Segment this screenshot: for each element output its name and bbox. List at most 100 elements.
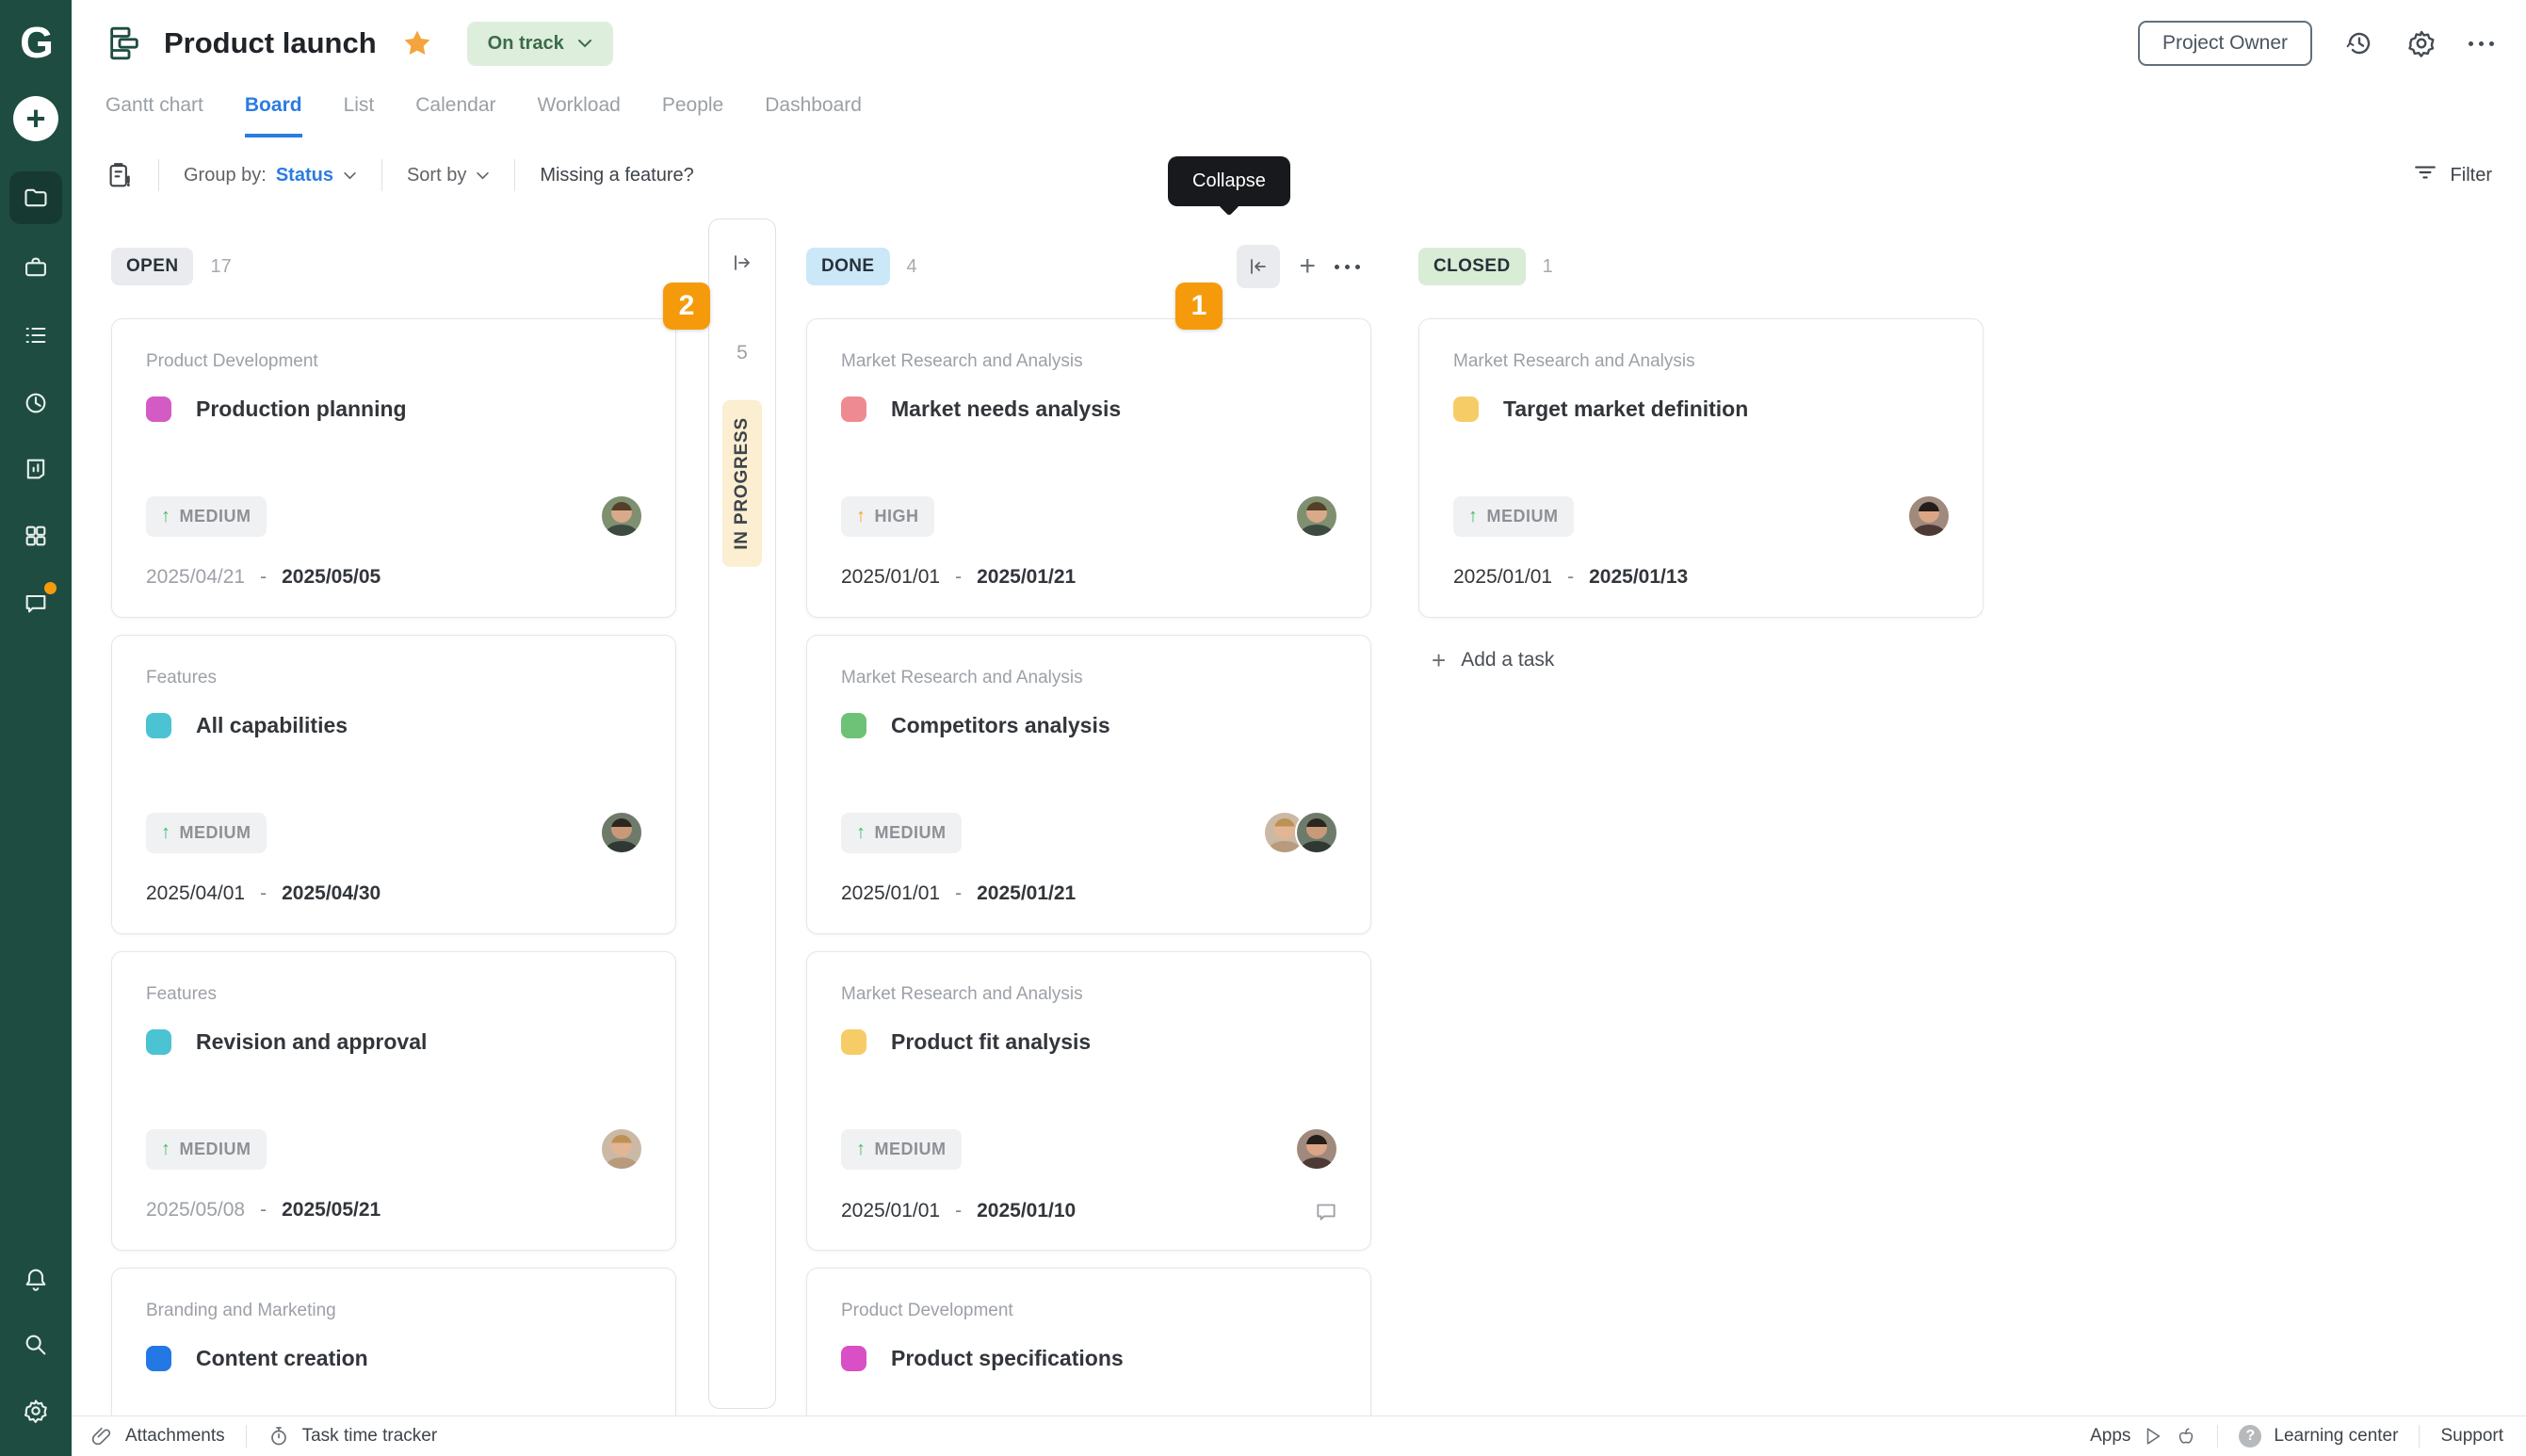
task-card[interactable]: Market Research and AnalysisCompetitors … bbox=[806, 635, 1371, 934]
task-card[interactable]: Branding and MarketingContent creation bbox=[111, 1268, 676, 1416]
assignee-avatar[interactable] bbox=[1907, 494, 1951, 538]
collapse-column-button[interactable] bbox=[1237, 245, 1280, 288]
column-status-badge[interactable]: CLOSED bbox=[1418, 248, 1526, 285]
column-status-badge[interactable]: DONE bbox=[806, 248, 890, 285]
support-link[interactable]: Support bbox=[2440, 1426, 2503, 1447]
tab-people[interactable]: People bbox=[662, 94, 723, 138]
task-dates: 2025/01/01-2025/01/13 bbox=[1453, 566, 1951, 589]
assignee-avatars bbox=[1295, 1127, 1338, 1171]
task-meta-row: ↑HIGH bbox=[841, 494, 1338, 538]
task-dates: 2025/05/08-2025/05/21 bbox=[146, 1199, 643, 1221]
task-time-tracker-button[interactable]: Task time tracker bbox=[267, 1425, 438, 1448]
task-card[interactable]: Market Research and AnalysisTarget marke… bbox=[1418, 318, 1984, 618]
group-by-dropdown[interactable]: Group by: Status bbox=[184, 165, 357, 186]
missing-feature-link[interactable]: Missing a feature? bbox=[540, 165, 693, 186]
task-meta-row: ↑MEDIUM bbox=[146, 811, 643, 854]
assignee-avatar[interactable] bbox=[600, 494, 643, 538]
gear-icon[interactable] bbox=[2406, 28, 2437, 58]
more-options-icon[interactable] bbox=[2469, 41, 2494, 46]
column-status-badge[interactable]: OPEN bbox=[111, 248, 193, 285]
assignee-avatar[interactable] bbox=[600, 1127, 643, 1171]
sidebar-item-notifications[interactable] bbox=[9, 1253, 62, 1305]
tab-dashboard[interactable]: Dashboard bbox=[765, 94, 862, 138]
task-card[interactable]: Product DevelopmentProduct specification… bbox=[806, 1268, 1371, 1416]
column-cards: Market Research and AnalysisMarket needs… bbox=[806, 318, 1371, 1416]
create-button[interactable]: + bbox=[13, 96, 58, 141]
sidebar-item-settings[interactable] bbox=[9, 1384, 62, 1437]
sidebar-item-tasks[interactable] bbox=[9, 309, 62, 362]
task-card[interactable]: FeaturesAll capabilities↑MEDIUM2025/04/0… bbox=[111, 635, 676, 934]
kanban-board: OPEN 17 Product DevelopmentProduction pl… bbox=[0, 213, 2526, 1416]
priority-label: MEDIUM bbox=[180, 1140, 251, 1159]
apps-links[interactable]: Apps bbox=[2090, 1426, 2196, 1447]
attachments-button[interactable]: Attachments bbox=[90, 1425, 225, 1448]
tab-calendar[interactable]: Calendar bbox=[415, 94, 495, 138]
task-dates: 2025/01/01-2025/01/21 bbox=[841, 566, 1338, 589]
sort-by-dropdown[interactable]: Sort by bbox=[407, 165, 490, 186]
learning-center-link[interactable]: ? Learning center bbox=[2239, 1425, 2398, 1448]
priority-badge: ↑MEDIUM bbox=[841, 1129, 962, 1170]
sidebar-item-portfolio[interactable] bbox=[9, 241, 62, 294]
app-logo[interactable]: G bbox=[0, 17, 72, 68]
apple-icon[interactable] bbox=[2176, 1426, 2196, 1447]
sidebar-item-search[interactable] bbox=[9, 1318, 62, 1371]
date-dash: - bbox=[260, 566, 267, 589]
priority-badge: ↑MEDIUM bbox=[1453, 496, 1574, 537]
tab-workload[interactable]: Workload bbox=[538, 94, 621, 138]
tab-list[interactable]: List bbox=[344, 94, 375, 138]
priority-label: MEDIUM bbox=[875, 823, 947, 843]
google-play-icon[interactable] bbox=[2143, 1426, 2163, 1447]
assignee-avatar[interactable] bbox=[1295, 1127, 1338, 1171]
task-title: Content creation bbox=[196, 1346, 368, 1371]
priority-arrow-icon: ↑ bbox=[161, 822, 171, 844]
task-card[interactable]: Market Research and AnalysisProduct fit … bbox=[806, 951, 1371, 1251]
sidebar-item-reports[interactable] bbox=[9, 443, 62, 495]
tab-board[interactable]: Board bbox=[245, 94, 302, 138]
chevron-down-icon bbox=[577, 39, 592, 48]
assignee-avatar[interactable] bbox=[1295, 494, 1338, 538]
task-meta-row: ↑MEDIUM bbox=[146, 494, 643, 538]
task-title-row: Product fit analysis bbox=[841, 1029, 1336, 1055]
column-in-progress-collapsed[interactable]: 5 IN PROGRESS bbox=[708, 218, 776, 1409]
add-task-button[interactable]: + Add a task bbox=[1418, 648, 1984, 672]
comment-icon[interactable] bbox=[1314, 1199, 1338, 1223]
sidebar-item-history[interactable] bbox=[9, 377, 62, 429]
column-more-icon[interactable] bbox=[1335, 265, 1360, 269]
priority-badge: ↑MEDIUM bbox=[146, 496, 267, 537]
notification-dot bbox=[44, 582, 57, 594]
task-card[interactable]: FeaturesRevision and approval↑MEDIUM2025… bbox=[111, 951, 676, 1251]
project-status-dropdown[interactable]: On track bbox=[467, 22, 613, 66]
add-task-icon[interactable]: + bbox=[1299, 252, 1316, 281]
chat-icon bbox=[23, 590, 49, 616]
task-color-swatch bbox=[841, 396, 866, 422]
assignee-avatar[interactable] bbox=[600, 811, 643, 854]
sidebar-item-apps[interactable] bbox=[9, 510, 62, 562]
date-dash: - bbox=[260, 882, 267, 905]
help-icon: ? bbox=[2239, 1425, 2261, 1448]
collapse-tooltip: Collapse bbox=[1168, 156, 1290, 206]
card-group-label: Market Research and Analysis bbox=[841, 668, 1336, 688]
expand-column-button[interactable] bbox=[723, 244, 761, 282]
column-status-badge: IN PROGRESS bbox=[722, 400, 762, 567]
task-card[interactable]: Market Research and AnalysisMarket needs… bbox=[806, 318, 1371, 618]
task-start-date: 2025/01/01 bbox=[841, 1200, 940, 1222]
board-settings-icon[interactable] bbox=[105, 161, 134, 189]
sidebar-item-projects[interactable] bbox=[9, 171, 62, 224]
view-tabs: Gantt chart Board List Calendar Workload… bbox=[105, 94, 862, 138]
task-color-swatch bbox=[1453, 396, 1479, 422]
sidebar: G + bbox=[0, 0, 72, 1456]
folder-icon bbox=[23, 185, 49, 211]
sidebar-item-chat[interactable] bbox=[9, 576, 62, 629]
task-color-swatch bbox=[146, 396, 171, 422]
date-dash: - bbox=[260, 1199, 267, 1221]
star-icon[interactable] bbox=[401, 27, 433, 59]
assignee-avatar[interactable] bbox=[1295, 811, 1338, 854]
task-card[interactable]: Product DevelopmentProduction planning↑M… bbox=[111, 318, 676, 618]
history-icon[interactable] bbox=[2344, 28, 2374, 58]
role-badge[interactable]: Project Owner bbox=[2138, 21, 2312, 66]
tab-gantt-chart[interactable]: Gantt chart bbox=[105, 94, 203, 138]
task-title: Production planning bbox=[196, 396, 407, 422]
gear-icon bbox=[23, 1398, 49, 1424]
assignee-avatars bbox=[1295, 494, 1338, 538]
filter-button[interactable]: Filter bbox=[2413, 160, 2492, 190]
